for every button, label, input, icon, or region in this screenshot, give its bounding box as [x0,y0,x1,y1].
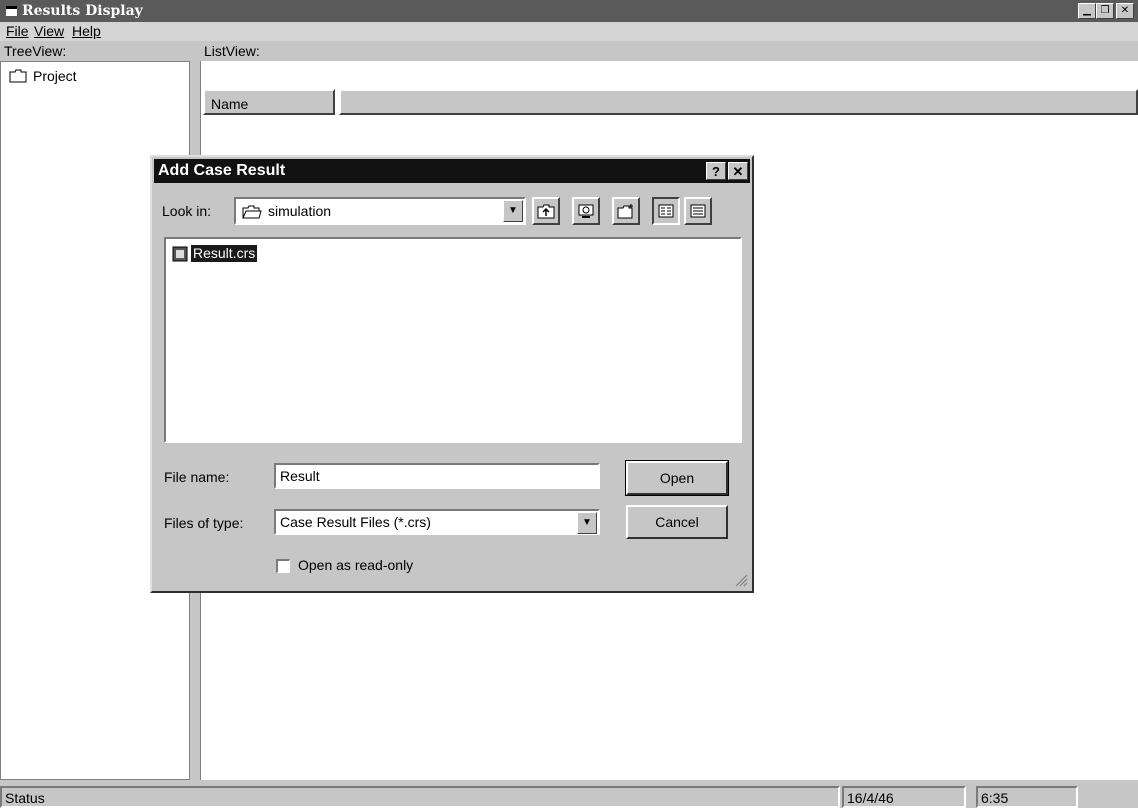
status-text: Status [0,786,840,808]
file-type-label: Files of type: [164,515,244,531]
file-name-input[interactable]: Result [274,463,600,489]
file-type-value: Case Result Files (*.crs) [280,514,431,530]
go-to-desktop-icon [578,204,594,218]
add-case-result-dialog: Add Case Result ? ✕ Look in: simulation … [150,155,754,593]
look-in-value: simulation [268,203,332,219]
read-only-checkbox[interactable] [276,559,290,573]
menu-view[interactable]: View [34,22,64,41]
window-titlebar[interactable]: Results Display ▁ ❐ ✕ [0,0,1138,22]
resize-grip-icon[interactable] [734,573,748,587]
cancel-button[interactable]: Cancel [626,505,728,539]
look-in-combo[interactable]: simulation ▼ [234,197,526,225]
file-icon [172,246,188,261]
list-view-icon [658,204,674,218]
look-in-dropdown-button[interactable]: ▼ [503,200,523,222]
file-name-label: File name: [164,469,230,485]
dialog-titlebar[interactable]: Add Case Result ? ✕ [154,159,750,183]
menu-help[interactable]: Help [72,22,101,41]
chevron-down-icon: ▼ [582,517,592,528]
dialog-close-button[interactable]: ✕ [728,162,748,180]
tree-item-label: Project [33,68,77,84]
details-view-icon [690,204,706,218]
folder-open-icon [242,205,262,219]
up-one-level-icon [537,204,555,219]
window-title: Results Display [22,3,143,19]
list-view-button[interactable] [652,197,680,225]
status-date: 16/4/46 [842,786,966,808]
app-icon [6,6,17,16]
listview-header: ListView: [200,41,1138,61]
file-item[interactable]: Result.crs [172,245,258,262]
folder-icon [9,69,27,83]
column-header-name[interactable]: Name [203,89,335,115]
minimize-button[interactable]: ▁ [1078,3,1096,19]
treeview-header: TreeView: [0,41,190,61]
help-button[interactable]: ? [706,162,726,180]
maximize-button[interactable]: ❐ [1096,3,1114,19]
column-header-filler [339,89,1138,115]
status-bar: Status 16/4/46 6:35 [0,782,1138,808]
file-type-dropdown-button[interactable]: ▼ [577,512,597,534]
open-button[interactable]: Open [625,460,729,496]
tree-item-project[interactable]: Project [9,68,77,84]
column-header-row: Name [201,89,1138,115]
file-list[interactable]: Result.crs [164,237,742,443]
file-type-select[interactable]: Case Result Files (*.crs) ▼ [274,509,600,535]
file-item-name: Result.crs [191,245,258,262]
create-new-folder-icon [617,204,633,219]
menu-file[interactable]: File [6,22,29,41]
menu-bar: File View Help [0,22,1138,41]
chevron-down-icon: ▼ [508,205,518,216]
read-only-label[interactable]: Open as read-only [298,557,413,573]
up-one-level-button[interactable] [532,197,560,225]
status-time: 6:35 [976,786,1078,808]
close-button[interactable]: ✕ [1116,3,1134,19]
dialog-title: Add Case Result [158,162,286,179]
go-to-desktop-button[interactable] [572,197,600,225]
look-in-label: Look in: [162,203,212,219]
create-new-folder-button[interactable] [612,197,640,225]
details-view-button[interactable] [684,197,712,225]
